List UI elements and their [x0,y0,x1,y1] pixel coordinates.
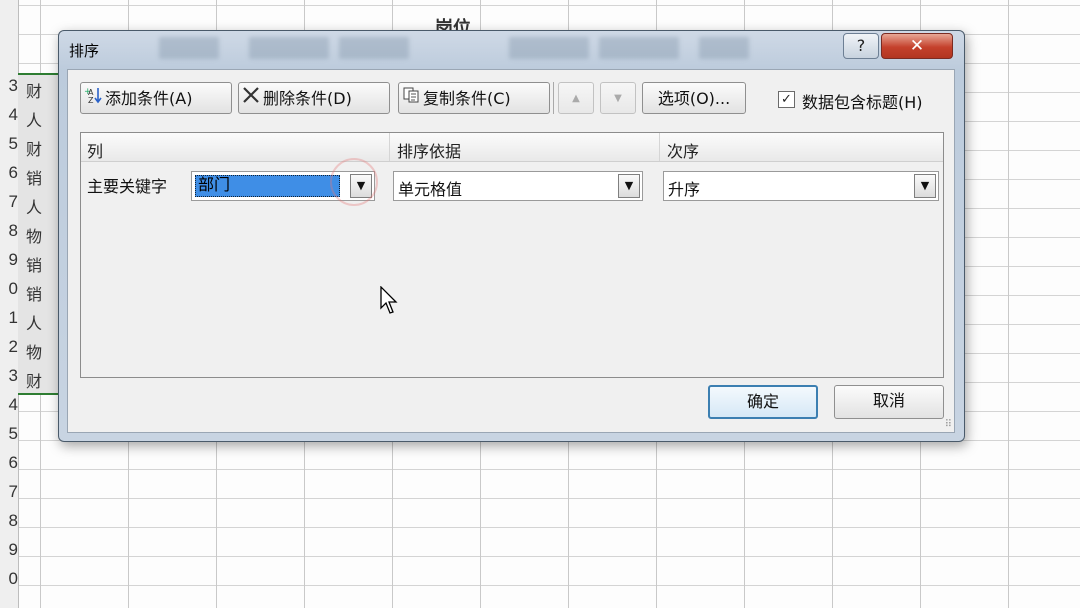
move-up-button[interactable]: ▲ [558,82,594,114]
ok-button[interactable]: 确定 [708,385,818,419]
header-checkbox[interactable]: ✓ [778,91,795,108]
row-number[interactable]: 0 [0,279,18,299]
cell-text[interactable]: 财 [26,136,42,160]
order-select[interactable]: 升序 ▼ [663,171,939,201]
add-condition-button[interactable]: + A Z 添加条件(A) [80,82,232,114]
column-header: 列 [87,142,104,161]
blurred-header [159,37,219,59]
row-header-column: 3 4 5 6 7 8 9 0 1 2 3 4 5 6 7 8 9 0 [0,0,19,608]
header-divider [389,133,390,161]
cell-text[interactable]: 销 [26,281,42,305]
row-number[interactable]: 8 [0,511,18,531]
row-number[interactable]: 6 [0,453,18,473]
row-number[interactable]: 0 [0,569,18,589]
cell-text[interactable]: 销 [26,165,42,189]
add-sort-icon: + A Z [81,83,105,115]
blurred-header [249,37,329,59]
header-divider [659,133,660,161]
svg-text:Z: Z [88,96,94,104]
cancel-button[interactable]: 取消 [834,385,944,419]
row-number[interactable]: 1 [0,308,18,328]
header-checkbox-label: 数据包含标题(H) [802,93,923,112]
row-number[interactable]: 3 [0,366,18,386]
options-button[interactable]: 选项(O)... [642,82,746,114]
cell-text[interactable]: 财 [26,368,42,392]
blurred-header [339,37,409,59]
mouse-pointer-icon [380,285,398,320]
help-button[interactable]: ? [843,33,879,59]
row-number[interactable]: 6 [0,163,18,183]
row-number[interactable]: 9 [0,250,18,270]
toolbar-separator [553,82,554,114]
cell-text[interactable]: 人 [26,107,42,131]
row-number[interactable]: 2 [0,337,18,357]
blurred-header [699,37,749,59]
close-button[interactable]: ✕ [881,33,953,59]
cell-text[interactable]: 财 [26,78,42,102]
delete-condition-label: 删除条件(D) [263,89,352,108]
cell-text[interactable]: 人 [26,310,42,334]
row-number[interactable]: 3 [0,76,18,96]
primary-key-label: 主要关键字 [87,177,168,196]
row-number[interactable]: 9 [0,540,18,560]
resize-grip-icon[interactable]: ⠿ [945,419,952,430]
order-value: 升序 [668,180,701,199]
cell-text[interactable]: 物 [26,339,42,363]
chevron-down-icon[interactable]: ▼ [618,174,640,198]
row-number[interactable]: 5 [0,424,18,444]
cell-text[interactable]: 销 [26,252,42,276]
move-down-button[interactable]: ▼ [600,82,636,114]
row-number[interactable]: 8 [0,221,18,241]
chevron-down-icon[interactable]: ▼ [914,174,936,198]
dialog-titlebar[interactable]: 排序 ? ✕ [59,31,964,69]
sort-conditions-grid: 列 排序依据 次序 主要关键字 部门 ▼ 单元格值 ▼ 升序 ▼ [80,132,944,378]
cell-text[interactable]: 物 [26,223,42,247]
sort-basis-header: 排序依据 [397,142,462,161]
sort-dialog: 排序 ? ✕ + A Z 添加条件(A) 删除条件(D) 复制条件(C) ▲ ▼ 选… [58,30,965,442]
row-number[interactable]: 7 [0,482,18,502]
sort-basis-value: 单元格值 [398,180,463,199]
order-header: 次序 [667,142,700,161]
add-condition-label: 添加条件(A) [105,89,193,108]
blurred-header [599,37,679,59]
dialog-client: + A Z 添加条件(A) 删除条件(D) 复制条件(C) ▲ ▼ 选项(O)...… [67,69,955,433]
column-select-value: 部门 [195,175,340,197]
copy-icon [399,83,423,115]
dialog-title: 排序 [69,42,100,60]
copy-condition-button[interactable]: 复制条件(C) [398,82,550,114]
copy-condition-label: 复制条件(C) [423,89,511,108]
cell-text[interactable]: 人 [26,194,42,218]
row-number[interactable]: 5 [0,134,18,154]
row-number[interactable]: 4 [0,105,18,125]
selected-range: 财人财销人物销销人物财 [18,73,60,395]
sort-basis-select[interactable]: 单元格值 ▼ [393,171,643,201]
row-number[interactable]: 7 [0,192,18,212]
grid-header: 列 排序依据 次序 [81,133,943,162]
row-number[interactable]: 4 [0,395,18,415]
delete-x-icon [239,83,263,115]
click-indicator [330,158,378,206]
blurred-header [509,37,589,59]
delete-condition-button[interactable]: 删除条件(D) [238,82,390,114]
